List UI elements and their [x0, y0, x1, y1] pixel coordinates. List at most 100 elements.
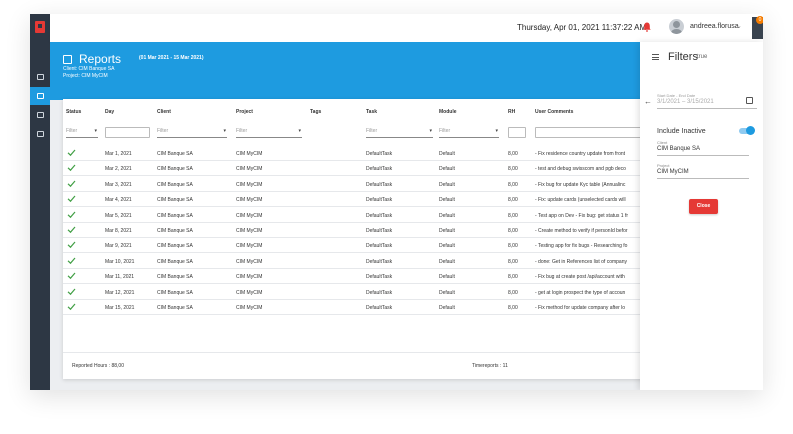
cell-client: CIM Banque SA — [157, 243, 193, 250]
table-row[interactable]: Mar 1, 2021 CIM Banque SA CIM MyCIM Default… — [63, 146, 663, 161]
nav-people-icon[interactable] — [30, 125, 50, 143]
col-header-tags[interactable]: Tags — [310, 109, 321, 115]
date-range-input[interactable]: 3/1/2021 – 3/15/2021 — [657, 99, 714, 105]
cell-project: CIM MyCIM — [236, 228, 263, 234]
cell-module: Default — [439, 181, 455, 188]
check-icon — [67, 226, 76, 234]
cell-rh: 8,00 — [508, 305, 518, 311]
datetime: Thursday, Apr 01, 2021 11:37:22 AM — [517, 23, 647, 32]
cell-rh: 8,00 — [508, 166, 518, 173]
cell-module: Default — [439, 212, 455, 219]
table-row[interactable]: Mar 15, 2021 CIM Banque SA CIM MyCIM Defaul… — [63, 300, 663, 315]
col-header-status[interactable]: Status — [66, 109, 81, 115]
cell-task: DefaultTask — [366, 151, 393, 157]
check-icon — [67, 257, 76, 264]
table-row[interactable]: Mar 3, 2021 CIM Banque SA CIM MyCIM Default… — [63, 177, 663, 192]
bell-icon[interactable] — [643, 22, 651, 32]
arrow-left-icon[interactable]: ← — [644, 97, 652, 106]
chevron-down-icon[interactable]: ⌄ — [736, 22, 742, 30]
filters-title: Filters — [668, 51, 698, 63]
table-row[interactable]: Mar 5, 2021 CIM Banque SA CIM MyCIM Default… — [63, 208, 663, 223]
settings-badge: 0 — [756, 16, 763, 24]
cell-client: CIM Banque SA — [157, 258, 193, 265]
avatar[interactable] — [669, 19, 684, 34]
filter-day[interactable] — [105, 127, 150, 138]
col-header-project[interactable]: Project — [236, 109, 253, 115]
table-row[interactable]: Mar 9, 2021 CIM Banque SA CIM MyCIM Default… — [63, 238, 663, 254]
cell-task: DefaultTask — [366, 305, 393, 311]
cell-task: DefaultTask — [366, 228, 393, 234]
cell-client: CIM Banque SA — [157, 274, 193, 281]
client-label: Client — [657, 140, 668, 145]
calendar-icon — [63, 55, 72, 64]
date-range-underline — [657, 108, 757, 109]
nav-dashboard-icon[interactable] — [30, 68, 50, 86]
cell-project: CIM MyCIM — [236, 197, 263, 204]
calendar-icon[interactable] — [746, 97, 753, 104]
filter-rh[interactable] — [508, 127, 526, 138]
cell-project: CIM MyCIM — [236, 305, 263, 311]
col-header-rh[interactable]: RH — [508, 109, 515, 115]
cell-rh: 8,00 — [508, 212, 518, 219]
cell-module: Default — [439, 305, 455, 311]
filter-status[interactable]: Filter ▾ — [66, 126, 98, 138]
cell-rh: 8,00 — [508, 228, 518, 234]
include-inactive-toggle[interactable] — [739, 126, 755, 135]
col-header-task[interactable]: Task — [366, 109, 377, 115]
cell-project: CIM MyCIM — [236, 258, 263, 265]
app-window: Thursday, Apr 01, 2021 11:37:22 AM andre… — [30, 14, 763, 390]
include-inactive-label: Include Inactive — [657, 128, 706, 135]
table-row[interactable]: Mar 2, 2021 CIM Banque SA CIM MyCIM Default… — [63, 161, 663, 177]
filter-project[interactable]: Filter ▾ — [236, 126, 302, 138]
cell-project: CIM MyCIM — [236, 274, 263, 281]
client-field[interactable]: CIM Banque SA — [657, 146, 700, 152]
table-row[interactable]: Mar 10, 2021 CIM Banque SA CIM MyCIM Defaul… — [63, 254, 663, 269]
cell-module: Default — [439, 197, 455, 204]
check-icon — [67, 164, 76, 172]
col-header-comments[interactable]: User Comments — [535, 109, 573, 115]
cell-client: CIM Banque SA — [157, 305, 193, 311]
cell-client: CIM Banque SA — [157, 212, 193, 219]
report-client: Client: CIM Banque SA — [63, 66, 115, 72]
table-row[interactable]: Mar 8, 2021 CIM Banque SA CIM MyCIM Default… — [63, 223, 663, 238]
check-icon — [67, 288, 76, 295]
col-header-client[interactable]: Client — [157, 109, 171, 115]
project-field[interactable]: CIM MyCIM — [657, 169, 689, 175]
nav-reports-icon[interactable] — [30, 87, 50, 105]
username[interactable]: andreea.florusa — [690, 23, 739, 30]
cell-project: CIM MyCIM — [236, 181, 263, 188]
menu-icon[interactable] — [652, 54, 659, 60]
cell-rh: 8,00 — [508, 181, 518, 188]
report-range: (01 Mar 2021 - 15 Mar 2021) — [139, 55, 204, 61]
report-project: Project: CIM MyCIM — [63, 73, 108, 79]
app-logo[interactable] — [30, 14, 50, 40]
nav-folder-icon[interactable] — [30, 106, 50, 124]
cell-client: CIM Banque SA — [157, 151, 193, 157]
cell-day: Mar 15, 2021 — [105, 305, 135, 311]
cell-project: CIM MyCIM — [236, 289, 263, 296]
cell-rh: 8,00 — [508, 197, 518, 204]
check-icon — [67, 241, 76, 249]
project-label: Project — [657, 163, 670, 168]
cell-module: Default — [439, 166, 455, 173]
cell-project: CIM MyCIM — [236, 243, 263, 250]
col-header-module[interactable]: Module — [439, 109, 457, 115]
filter-task[interactable]: Filter ▾ — [366, 126, 433, 138]
table-row[interactable]: Mar 4, 2021 CIM Banque SA CIM MyCIM Default… — [63, 192, 663, 208]
col-header-day[interactable]: Day — [105, 109, 114, 115]
cell-day: Mar 4, 2021 — [105, 197, 132, 204]
cell-client: CIM Banque SA — [157, 289, 193, 296]
date-range-label: Start Date - End Date — [657, 93, 696, 98]
cell-day: Mar 3, 2021 — [105, 181, 132, 188]
filter-module[interactable]: Filter ▾ — [439, 126, 499, 138]
filter-client[interactable]: Filter ▾ — [157, 126, 227, 138]
close-button[interactable]: Close — [689, 199, 718, 214]
cell-day: Mar 10, 2021 — [105, 258, 135, 265]
table-row[interactable]: Mar 11, 2021 CIM Banque SA CIM MyCIM Defaul… — [63, 269, 663, 285]
cell-module: Default — [439, 151, 455, 157]
table-row[interactable]: Mar 12, 2021 CIM Banque SA CIM MyCIM Defaul… — [63, 285, 663, 300]
cell-project: CIM MyCIM — [236, 212, 263, 219]
check-icon — [67, 195, 76, 203]
cell-task: DefaultTask — [366, 274, 393, 281]
cell-module: Default — [439, 289, 455, 296]
